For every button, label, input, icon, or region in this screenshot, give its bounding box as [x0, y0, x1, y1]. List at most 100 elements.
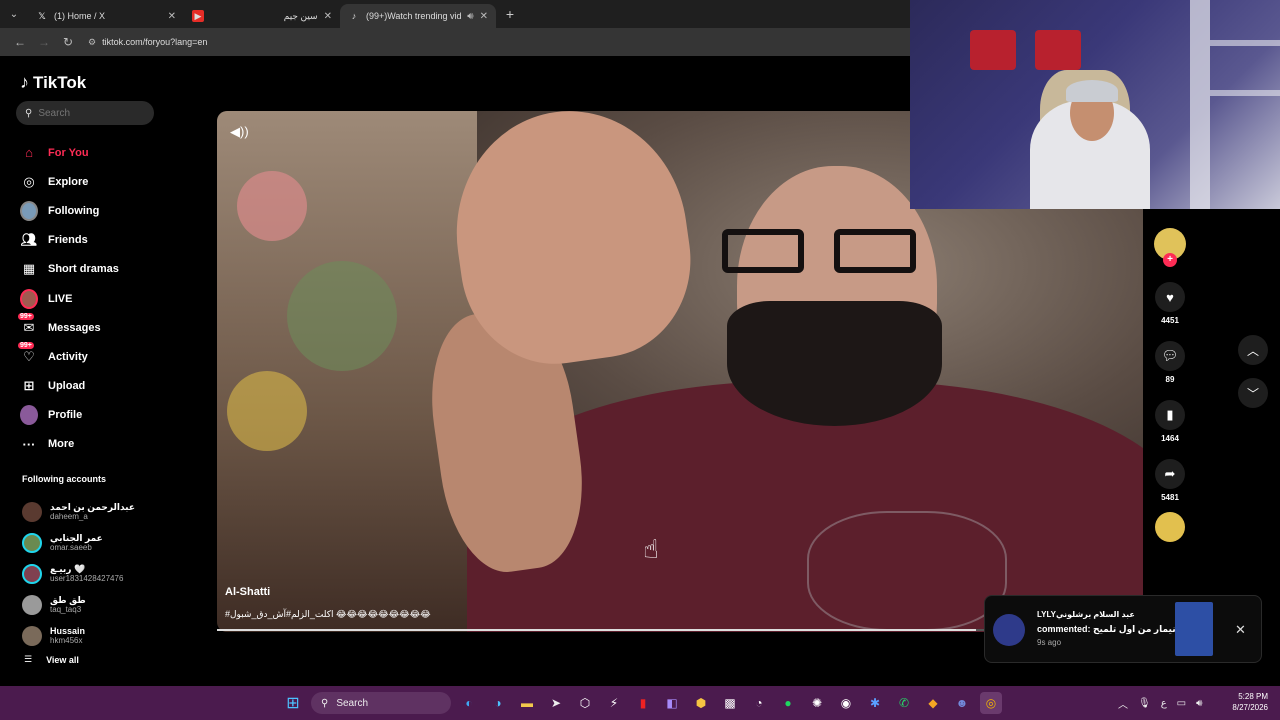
tiktok-logo[interactable]: ♪ TikTok [20, 72, 86, 93]
leaf-decoration [287, 261, 397, 371]
close-icon[interactable]: ✕ [1235, 622, 1246, 638]
nav-activity[interactable]: ♡ 99+ Activity [18, 341, 119, 371]
like-action[interactable]: ♥ 4451 [1155, 282, 1185, 325]
forward-icon[interactable]: → [32, 35, 56, 49]
comment-icon: 💬︎ [1155, 341, 1185, 371]
comment-action[interactable]: 💬︎ 89 [1155, 341, 1185, 384]
video-subject-beard [727, 301, 942, 426]
search-input[interactable] [38, 107, 139, 119]
browser-tab-youtube[interactable]: ▶ سين جيم ✕ [184, 4, 340, 28]
reload-icon[interactable]: ↻ [56, 35, 80, 49]
music-disc-icon[interactable] [1155, 512, 1185, 542]
activity-icon: ♡ 99+ [18, 341, 35, 364]
nav-more[interactable]: ··· More [20, 430, 119, 459]
close-tab-icon[interactable]: ✕ [168, 11, 176, 22]
nav-live[interactable]: LIVE [20, 284, 119, 313]
list-icon: ☰ [24, 654, 33, 664]
send-icon[interactable]: ➤ [545, 692, 567, 714]
save-action[interactable]: ▮ 1464 [1155, 400, 1185, 443]
speedometer-icon[interactable]: ◔ [748, 692, 770, 714]
audio-playing-icon[interactable]: 🔊︎ [467, 11, 473, 22]
nav-for-you[interactable]: ⌂ For You [20, 138, 119, 167]
sidebar: ♪ TikTok ⚲ ⌂ For You ◎ Explore Following… [0, 56, 200, 686]
chevron-up-icon[interactable]: ︿ [1238, 335, 1268, 365]
close-tab-icon[interactable]: ✕ [324, 11, 332, 22]
app-icon[interactable]: ⚡ [603, 692, 625, 714]
site-info-icon[interactable]: ⚙ [88, 37, 96, 48]
nav-profile[interactable]: Profile [20, 401, 119, 430]
app-icon[interactable]: ▩ [719, 692, 741, 714]
nav-friends[interactable]: 👥︎ Friends [20, 226, 119, 255]
share-action[interactable]: ➦ 5481 [1155, 459, 1185, 502]
clock-date: 8/27/2026 [1232, 703, 1268, 712]
windows-start-icon[interactable]: ⊞ [282, 692, 304, 714]
app-icon[interactable]: ⬡ [574, 692, 596, 714]
edge-icon[interactable]: ◐ [458, 692, 480, 714]
nav-label: Short dramas [48, 263, 119, 276]
nav-short-dramas[interactable]: ▦ Short dramas [20, 255, 119, 284]
account-handle: taq_taq3 [50, 605, 82, 614]
nav-upload[interactable]: ⊞ Upload [20, 372, 119, 401]
logo-text: TikTok [33, 72, 87, 92]
shirt-print [807, 511, 1007, 631]
taskbar-search[interactable]: ⚲ Search [311, 692, 451, 714]
view-all-button[interactable]: ☰ View all [24, 654, 79, 665]
upload-icon: ⊞ [23, 378, 35, 394]
microphone-icon[interactable]: 🎙︎ [1138, 698, 1151, 709]
taskbar-clock[interactable]: 5:28 PM 8/27/2026 [1226, 691, 1268, 713]
chevron-up-icon[interactable]: ︿ [1118, 696, 1128, 711]
browser-tab-tiktok[interactable]: ♪ (99+)Watch trending videos 🔊︎ ✕ [340, 4, 496, 28]
chatgpt-icon[interactable]: ✺ [806, 692, 828, 714]
nav-label: Activity [48, 350, 88, 363]
nav-following[interactable]: Following [20, 196, 119, 225]
app-icon[interactable]: ⬢ [690, 692, 712, 714]
app-icon[interactable]: ◧ [661, 692, 683, 714]
app-icon[interactable]: ▮ [632, 692, 654, 714]
network-icon[interactable]: ▭ [1177, 698, 1186, 709]
app-icon[interactable]: ✱ [864, 692, 886, 714]
url-field[interactable]: ⚙ tiktok.com/foryou?lang=en [88, 37, 207, 48]
video-author[interactable]: Al-Shatti [225, 586, 270, 598]
tab-search-button[interactable]: ⌄ [0, 0, 28, 28]
volume-icon[interactable]: ◀)) [230, 124, 249, 140]
live-icon [20, 288, 38, 309]
volume-icon[interactable]: 🔊︎ [1196, 698, 1202, 709]
search-box[interactable]: ⚲ [16, 101, 154, 125]
video-thumbnail[interactable] [1175, 602, 1213, 656]
video-progress-fill [217, 629, 977, 631]
account-item[interactable]: طق طق taq_taq3 [22, 589, 135, 620]
like-count: 4451 [1161, 316, 1179, 325]
nav-explore[interactable]: ◎ Explore [20, 167, 119, 196]
follow-plus-icon[interactable]: + [1163, 253, 1177, 267]
discord-icon[interactable]: ☻ [951, 692, 973, 714]
nav-label: Messages [48, 321, 101, 334]
video-caption: #اكلت_الزلم#آش_دق_شبول 😂😂😂😂😂😂😂😂😂 [225, 609, 431, 619]
whatsapp-icon[interactable]: ✆ [893, 692, 915, 714]
chrome-icon[interactable]: ◎ [980, 692, 1002, 714]
account-item[interactable]: Hussain hkm456x [22, 620, 135, 651]
account-item[interactable]: عمر الجنابي omar.saeeb [22, 527, 135, 558]
browser-tab-x[interactable]: 𝕏 (1) Home / X ✕ [28, 4, 184, 28]
account-item[interactable]: عبدالرحمن بن احمد daheem_a [22, 496, 135, 527]
file-explorer-icon[interactable]: ▬ [516, 692, 538, 714]
new-tab-button[interactable]: + [500, 6, 520, 22]
notification-name: LYLYعبد السلام برشلوني [1037, 610, 1135, 619]
comment-notification[interactable]: LYLYعبد السلام برشلوني commented: نيمار … [984, 595, 1262, 663]
account-name: طق طق [50, 595, 86, 605]
spotify-icon[interactable]: ● [777, 692, 799, 714]
edge-dev-icon[interactable]: ◑ [487, 692, 509, 714]
back-icon[interactable]: ← [8, 35, 32, 49]
nav-label: LIVE [48, 292, 73, 305]
chevron-down-icon[interactable]: ﹀ [1238, 378, 1268, 408]
app-icon[interactable]: ◉ [835, 692, 857, 714]
app-icon[interactable]: ◆ [922, 692, 944, 714]
nav-messages[interactable]: ✉ 99+ Messages [18, 312, 119, 342]
taskbar-apps: ⊞ ⚲ Search ◐ ◑ ▬ ➤ ⬡ ⚡ ▮ ◧ ⬢ ▩ ◔ ● ✺ ◉ ✱… [282, 692, 1002, 714]
account-item[interactable]: ربيـع 🤍 user1831428427476 [22, 558, 135, 589]
nav-label: More [48, 438, 75, 451]
close-tab-icon[interactable]: ✕ [480, 11, 488, 22]
language-indicator[interactable]: ع [1161, 698, 1167, 709]
account-name: عبدالرحمن بن احمد [50, 502, 135, 512]
creator-avatar[interactable]: + [1154, 228, 1186, 267]
notification-time: 9s ago [1037, 638, 1062, 647]
